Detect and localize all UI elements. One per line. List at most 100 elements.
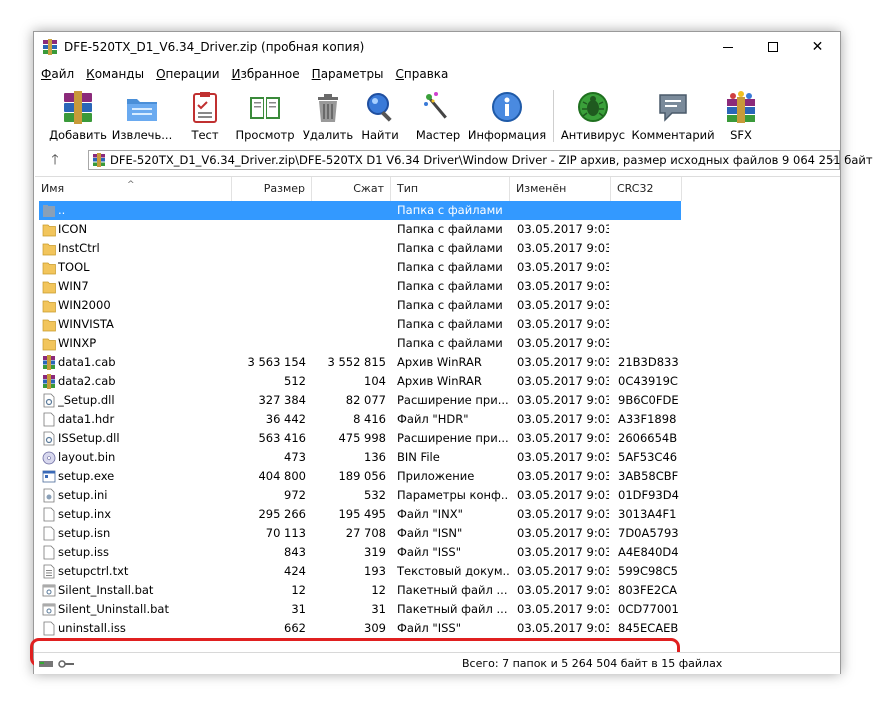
file-packed-size <box>311 315 386 334</box>
file-size <box>231 258 306 277</box>
test-button[interactable]: Тест <box>185 86 225 146</box>
file-row[interactable]: data2.cab 512 104 Архив WinRAR 03.05.2017 9:… <box>35 372 840 391</box>
file-packed-size: 309 <box>364 621 386 635</box>
dll-file-icon <box>43 393 55 408</box>
file-name: data2.cab <box>58 374 116 388</box>
file-row[interactable]: Silent_Uninstall.bat 31 31 Пакетный файл ..… <box>35 600 840 619</box>
antivirus-button[interactable]: Антивирус <box>561 86 625 146</box>
file-row[interactable]: uninstall.iss 662 309 Файл "ISS" 03.05.2017 … <box>35 619 840 638</box>
file-size <box>231 201 306 220</box>
file-modified: 03.05.2017 9:03 <box>517 336 609 350</box>
add-button[interactable]: Добавить <box>49 86 107 146</box>
search-icon <box>367 93 392 122</box>
file-row[interactable]: setup.iss 843 319 Файл "ISS" 03.05.2017 9:03… <box>35 543 840 562</box>
dll-file-icon <box>43 431 55 446</box>
sfx-button[interactable]: SFX <box>720 86 762 146</box>
file-row[interactable]: WIN2000 Папка с файлами 03.05.2017 9:03 <box>35 296 840 315</box>
file-row[interactable]: layout.bin 473 136 BIN File 03.05.2017 9:03 5… <box>35 448 840 467</box>
column-header-modified[interactable]: Изменён <box>510 177 611 201</box>
file-modified: 03.05.2017 9:03 <box>517 526 609 540</box>
file-row[interactable]: ICON Папка с файлами 03.05.2017 9:03 <box>35 220 840 239</box>
file-row[interactable]: InstCtrl Папка с файлами 03.05.2017 9:03 <box>35 239 840 258</box>
file-row[interactable]: Silent_Install.bat 12 12 Пакетный файл ... 0… <box>35 581 840 600</box>
delete-button[interactable]: Удалить <box>303 86 353 146</box>
file-row[interactable]: TOOL Папка с файлами 03.05.2017 9:03 <box>35 258 840 277</box>
file-name: WINVISTA <box>58 317 114 331</box>
find-button[interactable]: Найти <box>360 86 400 146</box>
comment-bubble-icon <box>659 94 687 122</box>
file-row[interactable]: _Setup.dll 327 384 82 077 Расширение при...… <box>35 391 840 410</box>
menu-bar: Файл Команды Операции Избранное Параметр… <box>34 64 840 84</box>
column-header-crc[interactable]: CRC32 <box>611 177 682 201</box>
blank-file-icon <box>43 621 55 636</box>
file-row[interactable]: data1.cab 3 563 154 3 552 815 Архив WinRAR 0… <box>35 353 840 372</box>
test-clipboard-icon <box>193 92 217 123</box>
column-header-size[interactable]: Размер <box>232 177 312 201</box>
file-type: Архив WinRAR <box>397 374 482 388</box>
file-type: Пакетный файл ... <box>397 583 508 597</box>
file-type: Файл "INX" <box>397 507 463 521</box>
column-header-name[interactable]: Имя ^ <box>35 177 232 201</box>
file-row[interactable]: setupctrl.txt 424 193 Текстовый докум... 03.… <box>35 562 840 581</box>
file-row[interactable]: ISSetup.dll 563 416 475 998 Расширение при.… <box>35 429 840 448</box>
file-modified: 03.05.2017 9:03 <box>517 450 609 464</box>
file-type: Папка с файлами <box>397 241 503 255</box>
menu-favorites[interactable]: Избранное <box>232 64 300 84</box>
file-size: 31 <box>291 602 306 616</box>
file-row[interactable]: setup.inx 295 266 195 495 Файл "INX" 03.05.2… <box>35 505 840 524</box>
file-row[interactable]: WIN7 Папка с файлами 03.05.2017 9:03 <box>35 277 840 296</box>
file-modified: 03.05.2017 9:03 <box>517 355 609 369</box>
file-packed-size: 195 495 <box>338 507 386 521</box>
parent-folder-icon <box>43 205 55 217</box>
file-crc: 5AF53C46 <box>618 450 678 464</box>
file-crc: 599C98C5 <box>618 564 678 578</box>
column-header-row: Имя ^ Размер Сжат Тип Изменён CRC32 <box>35 177 840 201</box>
bin-file-icon <box>42 451 56 465</box>
file-crc: 0C43919C <box>618 374 678 388</box>
file-name: TOOL <box>58 260 90 274</box>
file-type: Папка с файлами <box>397 260 503 274</box>
file-row[interactable]: setup.ini 972 532 Параметры конф... 03.05.20… <box>35 486 840 505</box>
file-type: Пакетный файл ... <box>397 602 508 616</box>
file-packed-size <box>311 334 386 353</box>
comment-button[interactable]: Комментарий <box>631 86 715 146</box>
maximize-button[interactable] <box>750 32 795 62</box>
file-row[interactable]: setup.exe 404 800 189 056 Приложение 03.05.2… <box>35 467 840 486</box>
file-row[interactable]: WINVISTA Папка с файлами 03.05.2017 9:03 <box>35 315 840 334</box>
extract-button[interactable]: Извлечь... <box>112 86 172 146</box>
up-arrow-icon[interactable]: 🡑 <box>46 151 64 169</box>
winrar-window: DFE-520TX_D1_V6.34_Driver.zip (пробная к… <box>30 31 873 674</box>
file-modified: 03.05.2017 9:03 <box>517 222 609 236</box>
file-row[interactable]: data1.hdr 36 442 8 416 Файл "HDR" 03.05.2017… <box>35 410 840 429</box>
menu-operations[interactable]: Операции <box>156 64 219 84</box>
winrar-archive-icon <box>43 374 55 389</box>
sort-ascending-icon: ^ <box>127 180 135 190</box>
address-bar: 🡑 DFE-520TX_D1_V6.34_Driver.zip\DFE-520T… <box>34 148 873 172</box>
address-path-field[interactable]: DFE-520TX_D1_V6.34_Driver.zip\DFE-520TX … <box>88 150 873 170</box>
file-size <box>231 239 306 258</box>
file-row[interactable]: setup.isn 70 113 27 708 Файл "ISN" 03.05.201… <box>35 524 840 543</box>
file-type: Файл "HDR" <box>397 412 469 426</box>
menu-commands[interactable]: Команды <box>86 64 144 84</box>
drive-key-icon <box>39 660 74 668</box>
file-row[interactable]: WINXP Папка с файлами 03.05.2017 9:03 <box>35 334 840 353</box>
close-button[interactable]: ✕ <box>795 32 840 62</box>
file-modified: 03.05.2017 9:03 <box>517 279 609 293</box>
file-modified: 03.05.2017 9:03 <box>517 241 609 255</box>
menu-help[interactable]: Справка <box>396 64 449 84</box>
wizard-button[interactable]: Мастер <box>413 86 463 146</box>
file-packed-size: 475 998 <box>338 431 386 445</box>
column-header-packed[interactable]: Сжат <box>312 177 391 201</box>
chevron-down-icon[interactable]: ⌵ <box>828 152 836 166</box>
menu-file[interactable]: Файл <box>41 64 74 84</box>
menu-options[interactable]: Параметры <box>312 64 384 84</box>
file-modified: 03.05.2017 9:03 <box>517 602 609 616</box>
file-row[interactable]: .. Папка с файлами <box>35 201 840 220</box>
file-crc <box>618 220 680 239</box>
minimize-button[interactable] <box>705 32 750 62</box>
file-packed-size <box>311 277 386 296</box>
column-header-type[interactable]: Тип <box>391 177 510 201</box>
file-crc: 803FE2CA <box>618 583 678 597</box>
info-button[interactable]: Информация <box>468 86 546 146</box>
view-button[interactable]: Просмотр <box>235 86 295 146</box>
